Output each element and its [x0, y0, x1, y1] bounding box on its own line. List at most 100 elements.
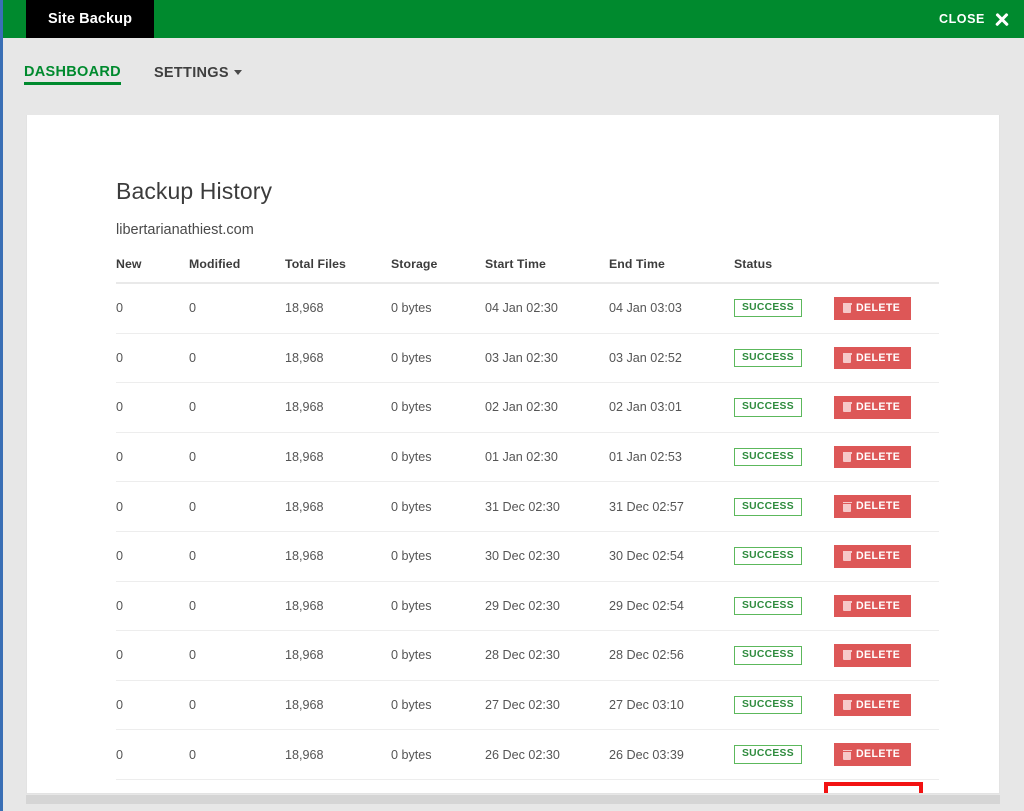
delete-button[interactable]: DELETE — [834, 693, 912, 717]
nav-item-dashboard-label: DASHBOARD — [24, 64, 121, 80]
backup-end-time: 04 Jan 03:03 — [609, 283, 734, 334]
backup-start-time: 25 Dec 02:30 — [485, 779, 609, 793]
actions-cell: DELETE — [834, 779, 939, 793]
table-row: 0 0 18,968 0 bytes 04 Jan 02:30 04 Jan 03:03 S… — [116, 283, 939, 334]
brand-tab-label: Site Backup — [48, 11, 133, 27]
backup-total-files: 18,968 — [285, 283, 391, 334]
trash-icon — [842, 700, 852, 711]
content-inner: Backup History libertarianathiest.com Ne… — [116, 178, 939, 793]
actions-cell: DELETE — [834, 680, 939, 731]
status-cell: SUCCESS — [734, 333, 834, 384]
backup-start-time: 28 Dec 02:30 — [485, 630, 609, 681]
backup-start-time: 29 Dec 02:30 — [485, 581, 609, 632]
delete-button-label: DELETE — [856, 698, 901, 711]
backup-new-count: 0 — [116, 382, 189, 433]
status-cell: SUCCESS — [734, 581, 834, 632]
backup-new-count: 0 — [116, 531, 189, 582]
table-header-row: New Modified Total Files Storage Start T… — [116, 257, 939, 284]
status-badge: SUCCESS — [734, 646, 802, 665]
backup-modified-count: 0 — [189, 283, 285, 334]
backup-total-files: 18,968 — [285, 382, 391, 433]
nav-item-settings-label: SETTINGS — [153, 65, 229, 81]
status-badge: SUCCESS — [734, 299, 802, 318]
table-row: 0 0 18,968 0 bytes 28 Dec 02:30 28 Dec 02:56 S… — [116, 630, 939, 681]
trash-icon — [842, 402, 852, 413]
backup-total-files: 18,968 — [285, 630, 391, 681]
delete-button-label: DELETE — [856, 450, 901, 463]
backup-new-count: 0 — [116, 680, 189, 731]
close-button-label: CLOSE — [938, 12, 985, 26]
delete-button[interactable]: DELETE — [834, 495, 912, 518]
trash-icon — [842, 352, 852, 363]
actions-cell: DELETE — [834, 630, 939, 681]
trash-icon — [842, 452, 852, 463]
backup-modified-count: 0 — [189, 531, 285, 582]
backup-total-files: 18,968 — [285, 531, 391, 582]
main-nav: DASHBOARD SETTINGS — [24, 64, 242, 85]
backup-total-files: 18,968 — [285, 581, 391, 632]
backup-new-count: 0 — [116, 481, 189, 532]
status-cell: SUCCESS — [734, 283, 834, 334]
actions-cell: DELETE — [834, 333, 939, 384]
backup-new-count: 0 — [116, 581, 189, 632]
trash-icon — [842, 551, 852, 562]
backup-total-files: 18,968 — [285, 481, 391, 532]
status-badge: SUCCESS — [734, 348, 802, 368]
table-body: 0 0 18,968 0 bytes 04 Jan 02:30 04 Jan 03:03 S… — [116, 283, 939, 793]
status-cell: SUCCESS — [734, 729, 834, 780]
app-viewport: Site Backup CLOSE DASHBOARD SETTINGS Bac… — [0, 0, 1024, 811]
backup-start-time: 31 Dec 02:30 — [485, 481, 609, 532]
delete-button[interactable]: DELETE — [834, 396, 912, 419]
table-row: 0018,9680 bytes25 Dec 02:3025 Dec 02:50S… — [116, 779, 939, 793]
table-row: 0 0 18,968 0 bytes 02 Jan 02:30 02 Jan 03:01 S… — [116, 382, 939, 433]
backup-start-time: 01 Jan 02:30 — [485, 432, 609, 483]
backup-start-time: 26 Dec 02:30 — [485, 729, 609, 780]
table-row: 0 0 18,968 0 bytes 03 Jan 02:30 03 Jan 02:52 S… — [116, 333, 939, 384]
nav-item-dashboard[interactable]: DASHBOARD — [24, 64, 121, 85]
delete-button-label: DELETE — [856, 748, 901, 761]
delete-button[interactable]: DELETE — [834, 594, 912, 618]
delete-button[interactable]: DELETE — [834, 346, 912, 370]
table-row: 0 0 18,968 0 bytes 30 Dec 02:30 30 Dec 02:54 S… — [116, 531, 939, 582]
backup-storage: 0 bytes — [391, 729, 485, 780]
backup-new-count: 0 — [116, 333, 189, 384]
table-header: New Modified Total Files Storage Start T… — [116, 257, 939, 284]
status-badge: SUCCESS — [734, 596, 802, 615]
delete-button[interactable]: DELETE — [834, 644, 912, 667]
backup-storage: 0 bytes — [391, 630, 485, 681]
backup-end-time: 29 Dec 02:54 — [609, 581, 734, 632]
actions-cell: DELETE — [834, 729, 939, 780]
backup-storage: 0 bytes — [391, 481, 485, 532]
status-cell: SUCCESS — [734, 382, 834, 433]
table-row: 0 0 18,968 0 bytes 31 Dec 02:30 31 Dec 02:57 S… — [116, 481, 939, 532]
backup-total-files: 18,968 — [285, 779, 391, 793]
backup-modified-count: 0 — [189, 432, 285, 483]
status-cell: SUCCESS — [734, 481, 834, 532]
table-row: 0 0 18,968 0 bytes 29 Dec 02:30 29 Dec 02:54 S… — [116, 581, 939, 632]
status-badge: SUCCESS — [734, 745, 802, 764]
column-header-storage: Storage — [391, 257, 485, 284]
close-button[interactable]: CLOSE — [939, 0, 1010, 38]
status-badge: SUCCESS — [734, 398, 802, 417]
delete-button-label: DELETE — [856, 401, 901, 414]
backup-storage: 0 bytes — [391, 432, 485, 483]
nav-strip: DASHBOARD SETTINGS — [3, 38, 1024, 114]
backup-storage: 0 bytes — [391, 581, 485, 632]
delete-button[interactable]: DELETE — [834, 297, 912, 320]
backup-storage: 0 bytes — [391, 333, 485, 384]
delete-button[interactable]: DELETE — [834, 445, 912, 469]
delete-button[interactable]: DELETE — [834, 743, 912, 766]
delete-button-label: DELETE — [856, 599, 901, 612]
table-row: 0 0 18,968 0 bytes 26 Dec 02:30 26 Dec 03:39 S… — [116, 729, 939, 780]
delete-button-label: DELETE — [856, 351, 901, 364]
nav-item-settings[interactable]: SETTINGS — [154, 65, 242, 84]
delete-button[interactable]: DELETE — [834, 544, 912, 568]
backup-history-table: New Modified Total Files Storage Start T… — [116, 257, 939, 793]
delete-button-label: DELETE — [856, 549, 901, 562]
backup-end-time: 26 Dec 03:39 — [609, 729, 734, 780]
delete-button-label: DELETE — [856, 302, 901, 314]
column-header-status: Status — [734, 257, 834, 284]
delete-button[interactable]: DELETE — [834, 792, 912, 793]
backup-modified-count: 0 — [189, 481, 285, 532]
status-cell: SUCCESS — [734, 680, 834, 731]
